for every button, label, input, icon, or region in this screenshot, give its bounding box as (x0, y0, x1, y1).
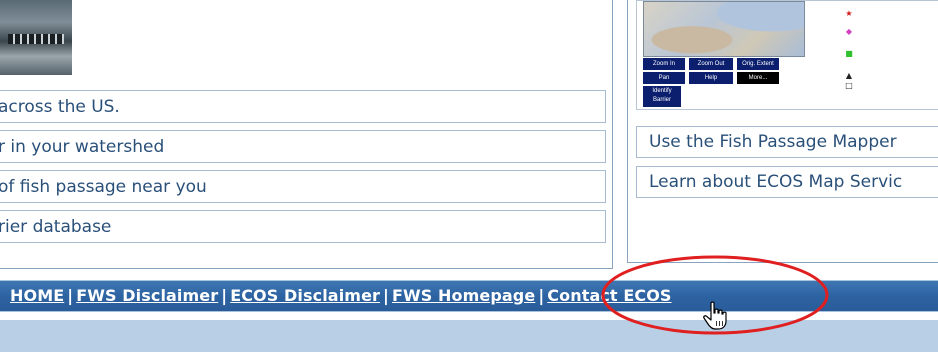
footer-separator: | (221, 286, 228, 305)
footer-separator: | (67, 286, 74, 305)
left-link-fish-passage[interactable]: of fish passage near you (0, 170, 606, 203)
footer-separator: | (383, 286, 389, 305)
ecos-map-services-link[interactable]: Learn about ECOS Map Servic (636, 166, 938, 198)
left-link-barrier-database[interactable]: rier database (0, 210, 606, 243)
square-icon: ■ (845, 49, 853, 58)
footer-link-home[interactable]: HOME (10, 286, 64, 305)
hand-pointer-icon (703, 301, 727, 330)
right-link-label: Use the Fish Passage Mapper (649, 132, 897, 152)
diamond-icon: ◆ (845, 27, 853, 36)
triangle-icon: ▲ (845, 71, 853, 80)
zoom-in-button[interactable]: Zoom In (643, 58, 685, 70)
map-preview[interactable]: Zoom In Zoom Out Orig. Extent Pan Help M… (636, 0, 938, 110)
more-button[interactable]: More... (737, 72, 779, 84)
left-link-label: across the US. (0, 97, 120, 117)
star-icon: ★ (845, 9, 853, 18)
zoom-out-button[interactable]: Zoom Out (689, 58, 733, 70)
left-content-panel: across the US. r in your watershed of fi… (0, 0, 613, 269)
left-link-label: of fish passage near you (0, 177, 207, 197)
footer-link-ecos-disclaimer[interactable]: ECOS Disclaimer (230, 286, 380, 305)
left-link-label: rier database (0, 217, 112, 237)
right-link-label: Learn about ECOS Map Servic (649, 172, 903, 192)
identify-barrier-button[interactable]: Identify Barrier (643, 86, 681, 107)
left-link-across-us[interactable]: across the US. (0, 90, 606, 123)
left-link-label: r in your watershed (0, 137, 165, 157)
footer-link-fws-homepage[interactable]: FWS Homepage (392, 286, 535, 305)
footer-links: HOME | FWS Disclaimer | ECOS Disclaimer | FWS … (10, 281, 672, 311)
right-content-panel: Zoom In Zoom Out Orig. Extent Pan Help M… (627, 0, 938, 263)
footer-link-fws-disclaimer[interactable]: FWS Disclaimer (76, 286, 218, 305)
map-image (643, 1, 805, 57)
bottom-background-strip (0, 320, 938, 352)
orig-extent-button[interactable]: Orig. Extent (737, 58, 779, 70)
box-icon: □ (845, 81, 853, 90)
footer-separator: | (538, 286, 545, 305)
footer-nav-bar: HOME | FWS Disclaimer | ECOS Disclaimer | FWS … (0, 280, 938, 312)
fish-passage-mapper-link[interactable]: Use the Fish Passage Mapper (636, 126, 938, 158)
left-link-watershed[interactable]: r in your watershed (0, 130, 606, 163)
help-button[interactable]: Help (689, 72, 733, 84)
footer-link-contact-ecos[interactable]: Contact ECOS (547, 286, 671, 305)
thumbnail-image (0, 0, 72, 75)
pan-button[interactable]: Pan (643, 72, 685, 84)
